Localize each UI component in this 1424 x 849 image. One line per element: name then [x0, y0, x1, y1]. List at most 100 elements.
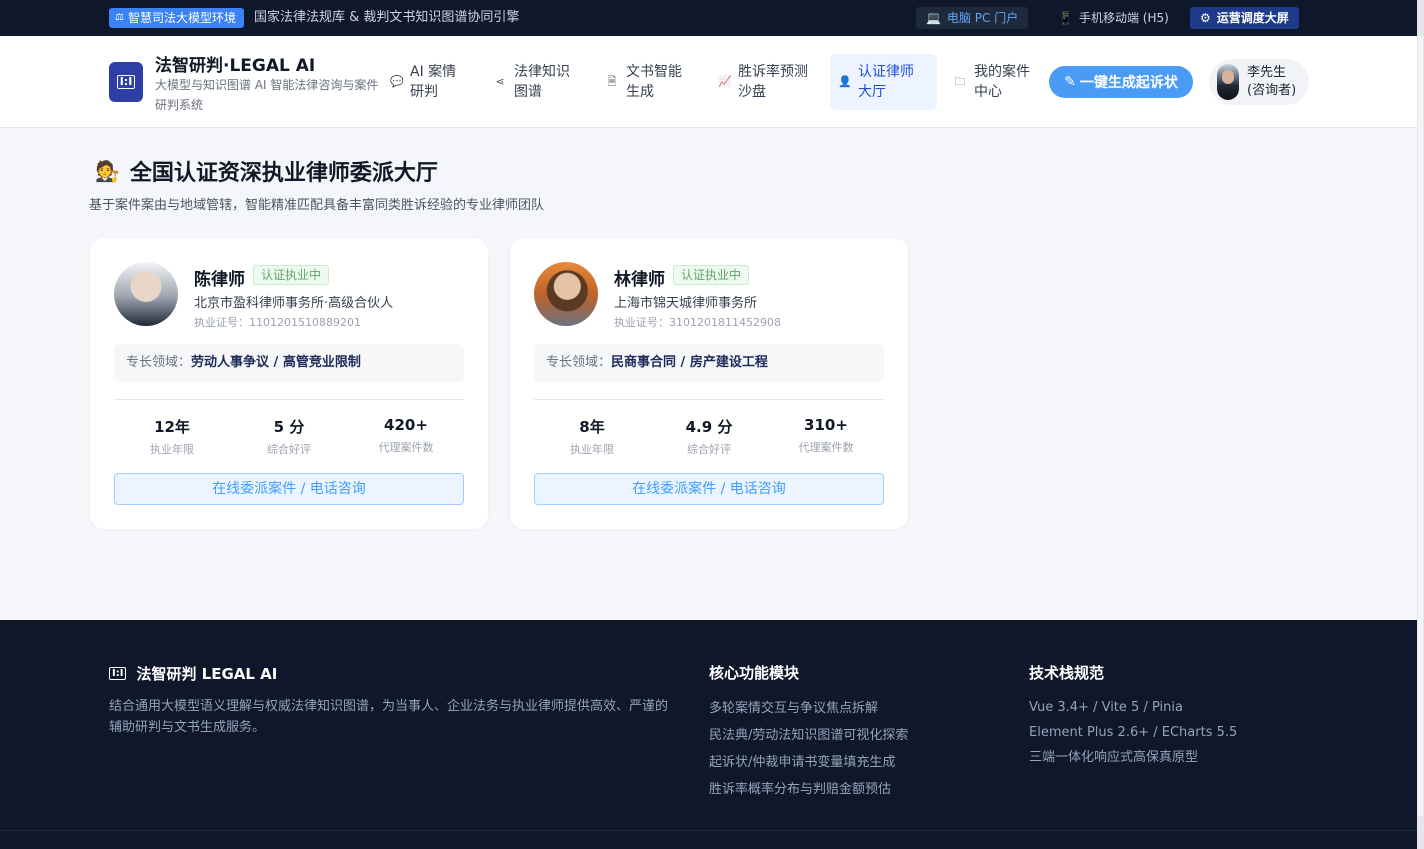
footer-divider	[0, 830, 1417, 831]
lawyer-name: 林律师	[614, 270, 665, 290]
specialty-value: 劳动人事争议 / 高管竞业限制	[191, 355, 361, 370]
site-header: I:I 法智研判·LEGAL AI 大模型与知识图谱 AI 智能法律咨询与案件研…	[0, 36, 1417, 128]
divider	[534, 399, 884, 400]
stat-label: 执业年限	[570, 443, 614, 456]
lawyer-specialty: 专长领域：劳动人事争议 / 高管竞业限制	[114, 344, 464, 382]
lawyer-license: 执业证号：1101201510889201	[194, 316, 361, 329]
nav-knowledge-graph[interactable]: ⋖ 法律知识图谱	[486, 54, 584, 110]
delegate-case-button[interactable]: 在线委派案件 / 电话咨询	[114, 473, 464, 505]
stat-value: 8年	[579, 418, 605, 436]
portal-ops-button[interactable]: ⚙ 运营调度大屏	[1190, 7, 1299, 29]
nav-label: AI 案情研判	[410, 64, 457, 100]
lawyer-card: 林律师 认证执业中 上海市锦天城律师事务所 执业证号：3101201811452…	[510, 238, 908, 529]
pen-icon: ✎	[1064, 74, 1076, 90]
stat-value: 4.9 分	[685, 418, 733, 436]
chart-icon: 📈	[718, 75, 732, 88]
stat-label: 代理案件数	[378, 441, 434, 454]
user-name-block: 李先生 (咨询者)	[1247, 64, 1296, 100]
lawyer-firm: 上海市锦天城律师事务所	[614, 296, 758, 311]
status-badge: 认证执业中	[253, 265, 330, 285]
stat-value: 5 分	[273, 418, 305, 436]
footer-module-item[interactable]: 民法典/劳动法知识图谱可视化探索	[709, 722, 908, 749]
nav-ai-analysis[interactable]: 💬 AI 案情研判	[382, 54, 472, 110]
stat-label: 综合好评	[687, 443, 731, 456]
lawyer-license: 执业证号：3101201811452908	[614, 316, 781, 329]
env-badge: ⚖ 智慧司法大模型环境	[109, 8, 244, 28]
portal-mobile-label: 手机移动端 (H5)	[1078, 11, 1169, 25]
lawyer-avatar	[534, 262, 598, 326]
mobile-icon: 📱	[1058, 11, 1073, 25]
logo-icon: I:I	[109, 667, 127, 680]
nav-label: 我的案件中心	[974, 64, 1030, 100]
stat-cases: 420+ 代理案件数	[348, 414, 464, 455]
footer-module-item[interactable]: 起诉状/仲裁申请书变量填充生成	[709, 749, 908, 776]
nav-label: 认证律师大厅	[858, 64, 914, 100]
portal-mobile-button[interactable]: 📱 手机移动端 (H5)	[1048, 7, 1179, 29]
footer-tech: 技术栈规范 Vue 3.4+ / Vite 5 / Pinia Element …	[1029, 662, 1237, 770]
portal-ops-label: 运营调度大屏	[1216, 11, 1289, 25]
stat-years: 8年 执业年限	[534, 416, 650, 457]
lawyer-firm: 北京市盈科律师事务所·高级合伙人	[194, 296, 394, 311]
stat-value: 420+	[384, 416, 428, 434]
footer-module-item[interactable]: 胜诉率概率分布与判赔金额预估	[709, 776, 908, 803]
status-badge: 认证执业中	[673, 265, 750, 285]
avatar	[1217, 64, 1239, 100]
nav-document-generation[interactable]: 🗎 文书智能生成	[598, 54, 696, 110]
footer-module-item[interactable]: 多轮案情交互与争议焦点拆解	[709, 695, 908, 722]
nav-label: 法律知识图谱	[514, 64, 570, 100]
lawyer-name: 陈律师	[194, 270, 245, 290]
user-role: (咨询者)	[1247, 83, 1297, 98]
folder-icon: 🗀	[954, 75, 966, 88]
user-menu[interactable]: 李先生 (咨询者)	[1209, 59, 1309, 105]
footer-tech-item: Element Plus 2.6+ / ECharts 5.5	[1029, 725, 1238, 740]
page-title: 🧑‍⚖️ 全国认证资深执业律师委派大厅	[95, 155, 438, 187]
nav-label: 胜诉率预测沙盘	[738, 64, 808, 100]
footer-brand: I:I 法智研判 LEGAL AI	[109, 663, 277, 684]
top-bar: ⚖ 智慧司法大模型环境 国家法律法规库 & 裁判文书知识图谱协同引擎 💻 电脑 …	[0, 0, 1417, 36]
gear-icon: ⚙	[1200, 11, 1211, 25]
specialty-value: 民商事合同 / 房产建设工程	[611, 355, 768, 370]
laptop-icon: 💻	[926, 11, 941, 25]
brand-subtitle: 大模型与知识图谱 AI 智能法律咨询与案件研判系统	[155, 78, 379, 112]
user-name: 李先生	[1247, 65, 1287, 80]
nav-lawyer-hall[interactable]: 👤 认证律师大厅	[830, 54, 937, 110]
specialty-label: 专长领域：	[546, 355, 612, 370]
stat-label: 执业年限	[150, 443, 194, 456]
divider	[114, 399, 464, 400]
site-footer: I:I 法智研判 LEGAL AI 结合通用大模型语义理解与权威法律知识图谱，为…	[0, 620, 1417, 849]
stat-years: 12年 执业年限	[114, 416, 230, 457]
cta-label: 一键生成起诉状	[1079, 75, 1178, 91]
top-description: 国家法律法规库 & 裁判文书知识图谱协同引擎	[254, 10, 520, 25]
stat-rating: 5 分 综合好评	[231, 416, 347, 457]
generate-complaint-button[interactable]: ✎ 一键生成起诉状	[1049, 66, 1193, 98]
stat-label: 代理案件数	[798, 441, 854, 454]
lawyer-card: 陈律师 认证执业中 北京市盈科律师事务所·高级合伙人 执业证号：11012015…	[90, 238, 488, 529]
footer-tech-item: Vue 3.4+ / Vite 5 / Pinia	[1029, 700, 1183, 715]
portal-pc-label: 电脑 PC 门户	[946, 11, 1019, 25]
stat-rating: 4.9 分 综合好评	[651, 416, 767, 457]
footer-brand-text: 法智研判 LEGAL AI	[136, 665, 278, 683]
brand-title[interactable]: 法智研判·LEGAL AI	[155, 51, 315, 76]
env-badge-label: 智慧司法大模型环境	[127, 11, 236, 25]
stat-cases: 310+ 代理案件数	[768, 414, 884, 455]
scale-icon: ⚖	[115, 12, 124, 23]
footer-tech-title: 技术栈规范	[1029, 664, 1105, 682]
footer-description: 结合通用大模型语义理解与权威法律知识图谱，为当事人、企业法务与执业律师提供高效、…	[109, 699, 669, 735]
stat-label: 综合好评	[267, 443, 311, 456]
lawyer-specialty: 专长领域：民商事合同 / 房产建设工程	[534, 344, 884, 382]
footer-modules: 核心功能模块 多轮案情交互与争议焦点拆解 民法典/劳动法知识图谱可视化探索 起诉…	[709, 662, 908, 803]
page-subtitle: 基于案件案由与地域管辖，智能精准匹配具备丰富同类胜诉经验的专业律师团队	[89, 198, 545, 213]
page-scrollbar[interactable]	[1417, 0, 1424, 849]
footer-tech-item: 三端一体化响应式高保真原型	[1029, 750, 1199, 765]
page-title-text: 全国认证资深执业律师委派大厅	[129, 161, 438, 186]
stat-value: 310+	[804, 416, 848, 434]
logo-icon[interactable]: I:I	[109, 62, 143, 102]
portal-pc-button[interactable]: 💻 电脑 PC 门户	[916, 7, 1029, 29]
nav-my-cases[interactable]: 🗀 我的案件中心	[946, 54, 1044, 110]
nav-win-prediction[interactable]: 📈 胜诉率预测沙盘	[710, 54, 822, 110]
delegate-case-button[interactable]: 在线委派案件 / 电话咨询	[534, 473, 884, 505]
share-icon: ⋖	[495, 75, 505, 88]
stat-value: 12年	[154, 418, 190, 436]
user-icon: 👤	[838, 75, 852, 88]
scrollbar-thumb[interactable]	[1418, 36, 1423, 816]
